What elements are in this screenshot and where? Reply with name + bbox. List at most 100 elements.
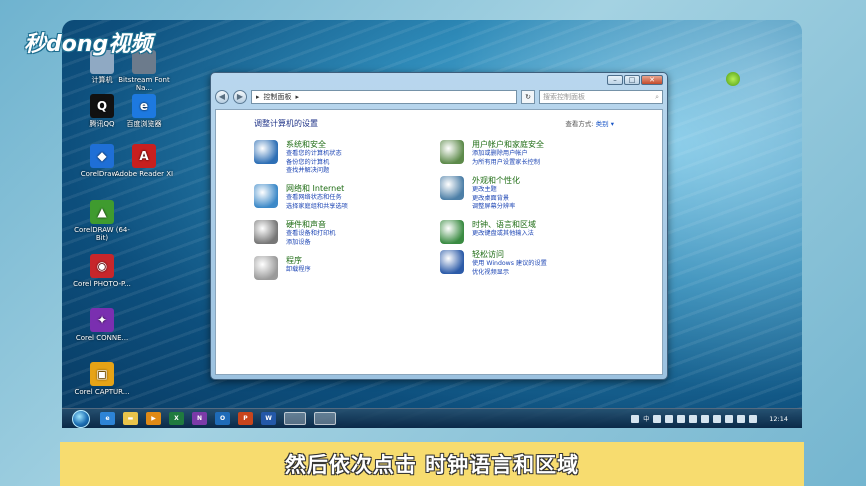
back-button[interactable]: ◀ [215,90,229,104]
forward-button[interactable]: ▶ [233,90,247,104]
category-icon[interactable] [440,250,464,274]
address-path[interactable]: 控制面板 [264,91,292,103]
category-sublink[interactable]: 选择家庭组和共享选项 [286,203,348,212]
category-sublink[interactable]: 为所有用户设置家长控制 [472,159,544,168]
taskbar-app-icon[interactable]: X [169,412,184,425]
app-icon: Q [90,94,114,118]
category-text: 时钟、语言和区域 更改键盘或其他输入法 [472,220,536,239]
watermark-logo: 秒dong视频 [24,32,153,57]
category-text: 外观和个性化 更改主题 更改桌面背景 调整屏幕分辨率 [472,176,520,212]
desktop-icon-label: Adobe Reader XI [114,170,174,178]
view-by-label: 查看方式: [565,120,594,128]
category-sublink[interactable]: 备份您的计算机 [286,159,342,168]
category-heading-link[interactable]: 硬件和声音 [286,220,336,230]
tray-smile-icon[interactable] [665,414,674,423]
app-icon: ▲ [90,200,114,224]
taskbar-apps: e ▬ ▶ X N O P W [96,412,340,425]
desktop-icon[interactable]: ✦ Corel CONNE... [72,308,132,342]
app-icon: A [132,144,156,168]
category-heading-link[interactable]: 外观和个性化 [472,176,520,186]
tray-settings-icon[interactable] [653,414,662,423]
tray-flag-icon[interactable] [737,414,746,423]
address-root-icon[interactable]: ▸ [256,91,260,103]
window-controls: – □ ✕ [607,75,663,85]
app-icon: ◉ [90,254,114,278]
maximize-button[interactable]: □ [624,75,640,85]
category-heading-link[interactable]: 程序 [286,256,311,266]
taskbar-app-icon[interactable]: e [100,412,115,425]
category-sublink[interactable]: 查找并解决问题 [286,167,342,176]
refresh-button[interactable]: ↻ [521,90,535,104]
category-icon[interactable] [254,140,278,164]
category-heading-link[interactable]: 轻松访问 [472,250,547,260]
category-sublink[interactable]: 查看您的计算机状态 [286,150,342,159]
address-bar[interactable]: ▸ 控制面板 ▸ [251,90,517,104]
desktop-icon[interactable]: ▲ CorelDRAW (64-Bit) [72,200,132,242]
taskbar-app-icon[interactable]: ▬ [123,412,138,425]
category-sublink[interactable]: 更改键盘或其他输入法 [472,230,536,239]
category-sublink[interactable]: 添加或删除用户帐户 [472,150,544,159]
control-panel-window: – □ ✕ ◀ ▶ ▸ 控制面板 ▸ ↻ 搜索控制面板 ⌕ 调整计算机的设置 查… [210,72,668,380]
search-input[interactable]: 搜索控制面板 ⌕ [539,90,663,104]
tray-ime-label[interactable]: 中 [643,414,649,423]
view-by: 查看方式: 类别 ▾ [565,118,614,128]
taskbar-app-icon[interactable]: W [261,412,276,425]
taskbar-clock[interactable]: 12:14 [769,415,788,423]
category-sublink[interactable]: 添加设备 [286,239,336,248]
desktop-icon-label: 百度浏览器 [126,120,162,128]
category-heading-link[interactable]: 系统和安全 [286,140,342,150]
close-button[interactable]: ✕ [641,75,663,85]
tray-tools-icon[interactable] [677,414,686,423]
category-heading-link[interactable]: 用户帐户和家庭安全 [472,140,544,150]
system-tray: 中 12:14 [631,414,802,423]
desktop-icon[interactable]: ▣ Corel CAPTUR... [72,362,132,396]
tray-bluetooth-icon[interactable] [689,414,698,423]
desktop-icon[interactable]: A Adobe Reader XI [114,144,174,178]
taskbar-app-icon[interactable]: ▶ [146,412,161,425]
tray-action-icon[interactable] [713,414,722,423]
taskbar-app-icon[interactable]: N [192,412,207,425]
page-title: 调整计算机的设置 [254,119,318,128]
taskbar-app-icon[interactable]: O [215,412,230,425]
category-heading-link[interactable]: 时钟、语言和区域 [472,220,536,230]
search-icon[interactable]: ⌕ [655,91,659,103]
tray-keyboard-icon[interactable] [631,414,640,423]
taskbar-app-icon[interactable]: P [238,412,253,425]
category-icon[interactable] [254,184,278,208]
tray-network-icon[interactable] [701,414,710,423]
category-icon[interactable] [254,220,278,244]
category-sublink[interactable]: 优化视频显示 [472,269,547,278]
minimize-button[interactable]: – [607,75,623,85]
category-text: 硬件和声音 查看设备和打印机 添加设备 [286,220,336,247]
category-sublink[interactable]: 更改桌面背景 [472,195,520,204]
category-icon[interactable] [440,140,464,164]
taskbar-app-icon[interactable] [314,412,336,425]
category-icon[interactable] [440,176,464,200]
category-sublink[interactable]: 调整屏幕分辨率 [472,203,520,212]
desktop-icon[interactable]: ◉ Corel PHOTO-P... [72,254,132,288]
start-button[interactable] [72,409,90,428]
category-text: 网络和 Internet 查看网络状态和任务 选择家庭组和共享选项 [286,184,348,211]
category-heading-link[interactable]: 网络和 Internet [286,184,348,194]
taskbar-app-icon[interactable] [284,412,306,425]
category-sublink[interactable]: 使用 Windows 建议的设置 [472,260,547,269]
category-icon[interactable] [254,256,278,280]
desktop-icon-label: Corel CAPTUR... [74,388,130,396]
app-icon: ▣ [90,362,114,386]
category-sublink[interactable]: 更改主题 [472,186,520,195]
category-text: 程序 卸载程序 [286,256,311,275]
desktop-icon[interactable]: e 百度浏览器 [114,94,174,128]
category-icon[interactable] [440,220,464,244]
category-sublink[interactable]: 卸载程序 [286,266,311,275]
search-placeholder: 搜索控制面板 [543,93,585,101]
category-sublink[interactable]: 查看网络状态和任务 [286,194,348,203]
category-sublink[interactable]: 查看设备和打印机 [286,230,336,239]
tray-security-icon[interactable] [725,414,734,423]
tray-volume-icon[interactable] [749,414,758,423]
desktop-icon-label: CorelDRAW (64-Bit) [74,226,130,242]
subtitle-bar: 然后依次点击 时钟语言和区域 [60,442,804,486]
desktop-icon-label: Corel CONNE... [75,334,129,342]
address-chevron-icon[interactable]: ▸ [296,91,300,103]
mouse-cursor-icon [726,72,740,86]
view-by-dropdown[interactable]: 类别 ▾ [596,120,614,128]
